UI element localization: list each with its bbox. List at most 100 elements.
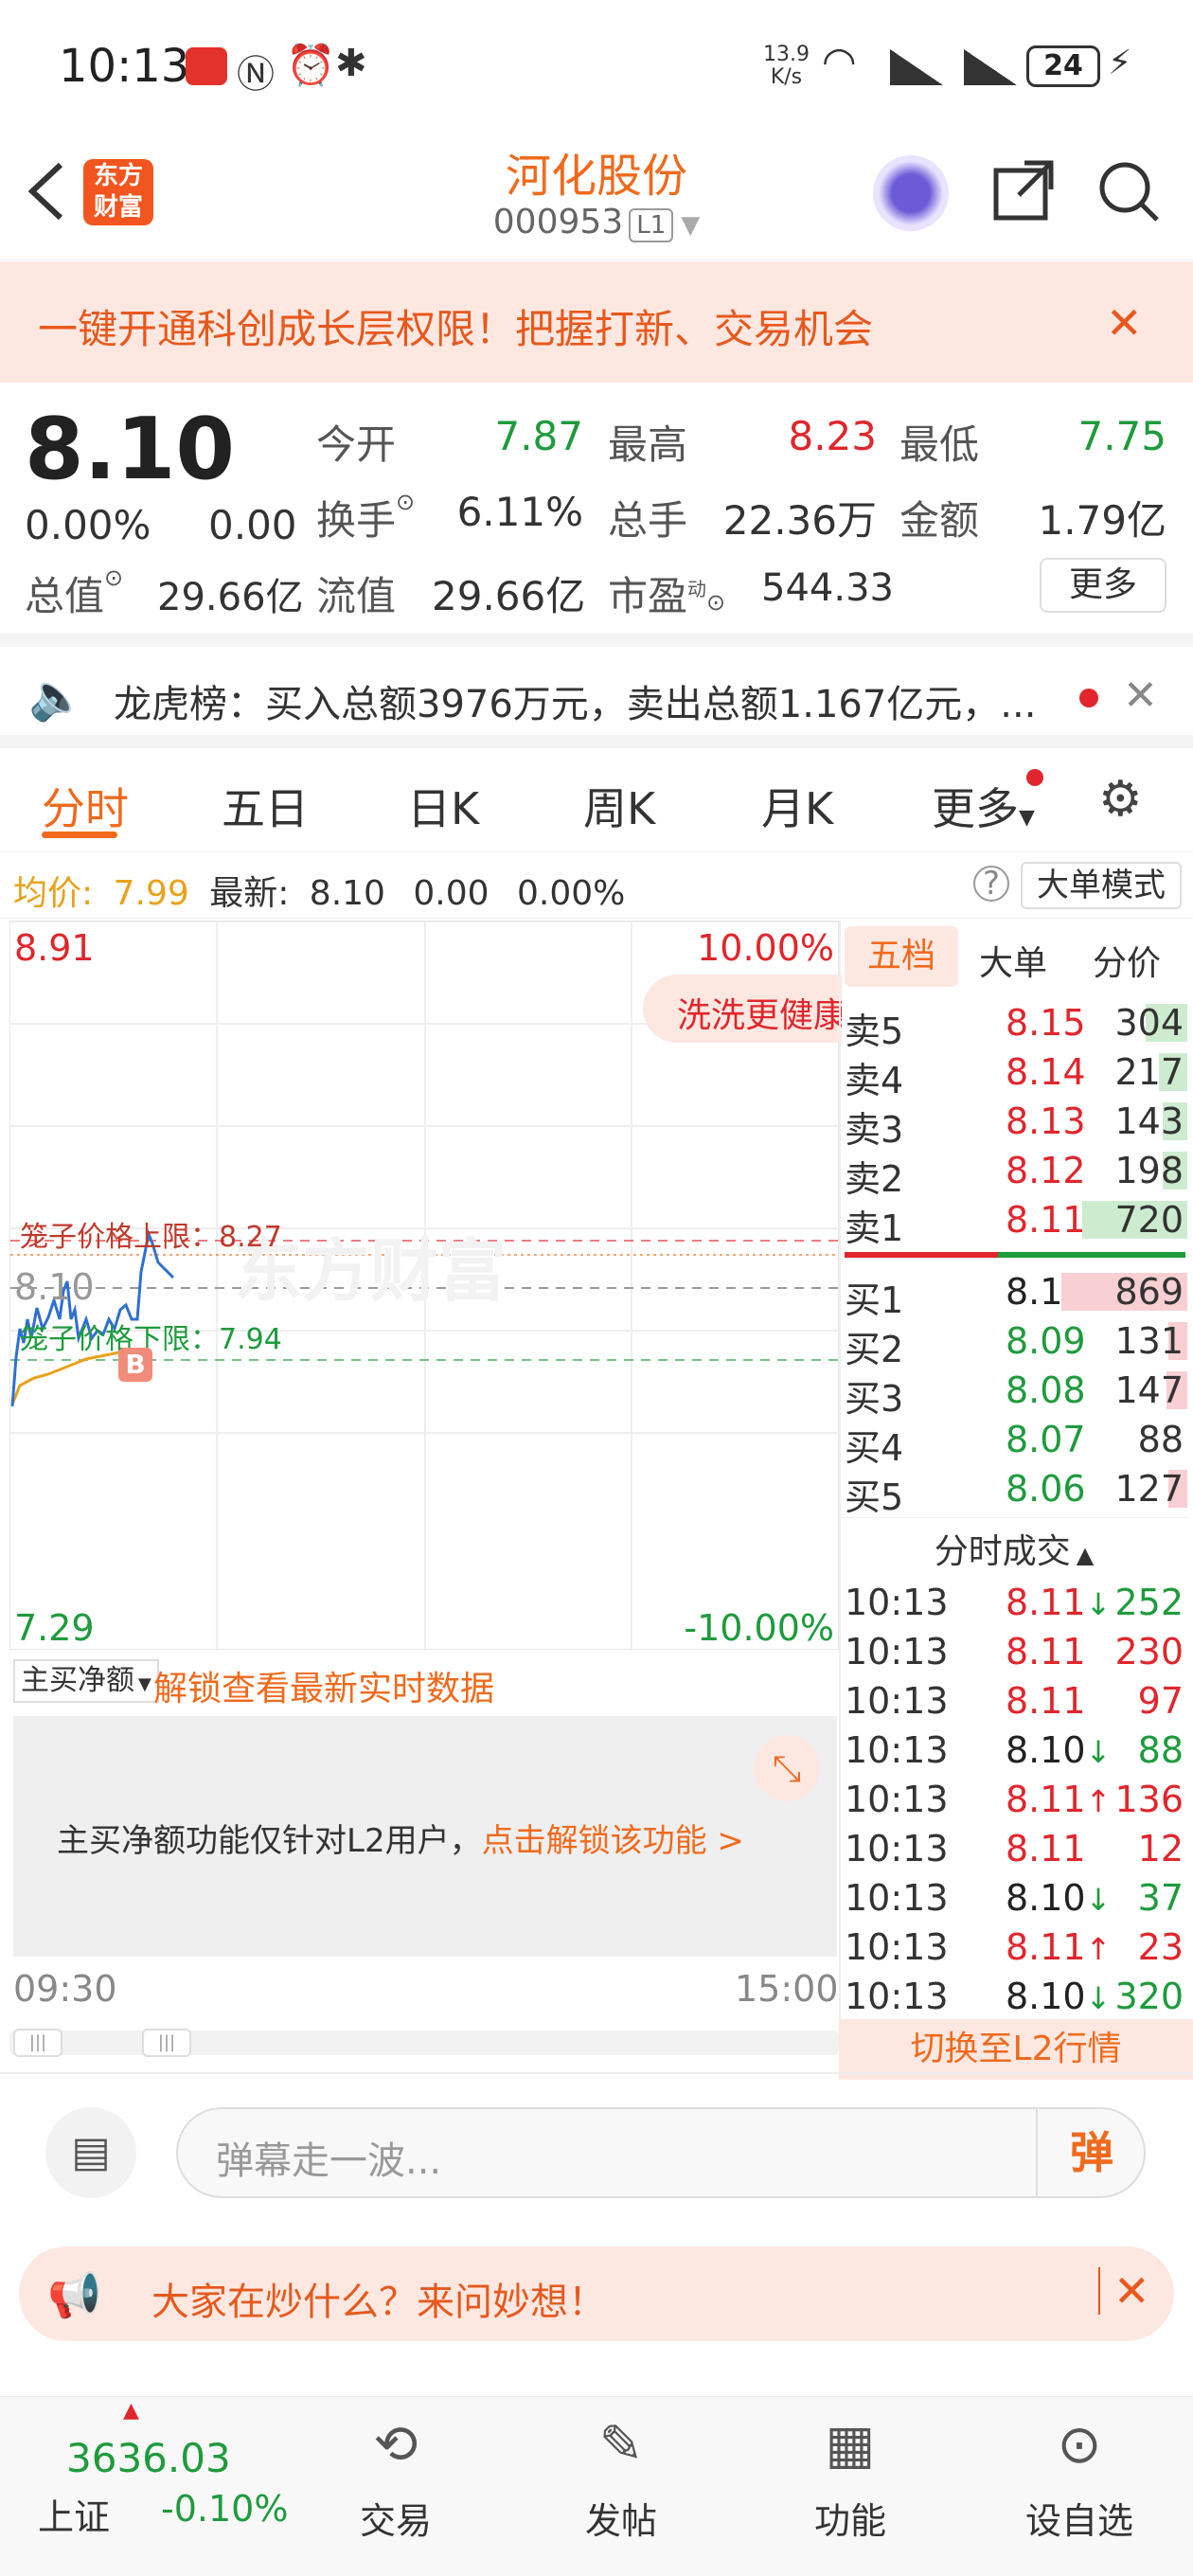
- chart-promo-bubble[interactable]: 洗洗更健康: [643, 975, 842, 1043]
- charging-icon: ⚡: [1108, 44, 1132, 82]
- promo-banner-text: 一键开通科创成长层权限！把握打新、交易机会: [38, 306, 874, 352]
- avg-value: 7.99: [113, 874, 189, 913]
- bid-level[interactable]: 买4 8.07 88: [839, 1415, 1189, 1469]
- tab-five-levels[interactable]: 五档: [845, 926, 958, 987]
- ask-level[interactable]: 卖1 8.11 720: [839, 1195, 1189, 1249]
- danmu-settings-button[interactable]: ▤: [45, 2107, 136, 2198]
- big-order-mode-button[interactable]: 大单模式: [1021, 862, 1182, 909]
- trade-row: 10:13 8.11↑ 23: [839, 1923, 1189, 1972]
- ask-level[interactable]: 卖5 8.15 304: [839, 998, 1189, 1052]
- level-label: 买4: [845, 1427, 904, 1469]
- close-icon[interactable]: ✕: [1123, 671, 1158, 720]
- nav-trade[interactable]: ⟲ 交易: [320, 2397, 472, 2576]
- bid-level[interactable]: 买1 8.10 869: [839, 1267, 1189, 1321]
- signal-icon: [890, 49, 943, 85]
- more-quote-button[interactable]: 更多: [1040, 558, 1166, 613]
- ask-level[interactable]: 卖2 8.12 198: [839, 1146, 1189, 1200]
- settings-button[interactable]: ⚙: [1098, 771, 1143, 828]
- trade-row: 10:13 8.11 230: [839, 1627, 1189, 1676]
- high-label: 最高: [608, 421, 688, 468]
- change-amount: 0.00: [208, 502, 297, 548]
- trade-direction-icon: ↓: [1085, 1882, 1112, 1918]
- unlock-realtime-link[interactable]: 解锁查看最新实时数据: [153, 1661, 494, 1710]
- share-button[interactable]: [990, 157, 1057, 224]
- info-icon: ⊙: [396, 489, 416, 515]
- robot-assistant-icon[interactable]: [873, 155, 949, 231]
- divider: [0, 2072, 1193, 2074]
- search-button[interactable]: [1095, 157, 1163, 225]
- mktcap-label: 总值⊙: [25, 564, 124, 619]
- danmu-send-button[interactable]: 弹: [1036, 2109, 1146, 2196]
- tab-price-distribution[interactable]: 分价: [1093, 936, 1161, 985]
- l2-unlock-link[interactable]: 点击解锁该功能 >: [482, 1822, 744, 1860]
- time-start: 09:30: [13, 1968, 117, 2010]
- edit-icon: ✎: [598, 2414, 644, 2476]
- nav-functions[interactable]: ▦ 功能: [775, 2397, 926, 2576]
- promo-banner[interactable]: 一键开通科创成长层权限！把握打新、交易机会 ✕: [0, 261, 1193, 383]
- tab-daily-k[interactable]: 日K: [407, 775, 479, 837]
- tab-weekly-k[interactable]: 周K: [583, 775, 655, 837]
- index-change: -0.10%: [161, 2488, 289, 2530]
- level-label: 卖1: [845, 1208, 904, 1249]
- bid-level[interactable]: 买2 8.09 131: [839, 1316, 1189, 1370]
- ask-text: 大家在炒什么？来问妙想！: [151, 2281, 606, 2324]
- help-icon[interactable]: ?: [973, 866, 1009, 902]
- trade-price: 8.10↓: [1006, 1976, 1112, 2017]
- open-value: 7.87: [494, 413, 583, 459]
- slider-left-handle[interactable]: |||: [13, 2029, 62, 2057]
- close-icon[interactable]: ✕: [1098, 2267, 1150, 2315]
- trades-header[interactable]: 分时成交 ▲: [839, 1517, 1189, 1573]
- ask-level[interactable]: 卖4 8.14 217: [839, 1047, 1189, 1101]
- ask-level[interactable]: 卖3 8.13 143: [839, 1097, 1189, 1151]
- net-speed: 13.9 K/s: [763, 43, 810, 89]
- intraday-chart[interactable]: 东方财富 8.91 10.00% 洗洗更健康 笼子价格上限：8.27 8.10 …: [9, 921, 842, 1651]
- dragon-tiger-notice[interactable]: 🔈 龙虎榜：买入总额3976万元，卖出总额1.167亿元，... ✕: [0, 647, 1193, 747]
- trade-direction-icon: ↓: [1085, 1586, 1112, 1622]
- sub-indicator-header: 主买净额 ▼ 解锁查看最新实时数据: [9, 1655, 839, 1712]
- buy-marker-badge[interactable]: B: [118, 1348, 152, 1382]
- tab-more[interactable]: 更多▼: [932, 775, 1035, 837]
- time-range-slider[interactable]: ||| |||: [9, 2029, 839, 2057]
- chart-tabs: 分时 五日 日K 周K 月K 更多▼ ⚙: [0, 748, 1193, 852]
- bid-level[interactable]: 买5 8.06 127: [839, 1464, 1189, 1518]
- trade-row: 10:13 8.11 97: [839, 1676, 1189, 1726]
- indicator-selector[interactable]: 主买净额 ▼: [13, 1659, 159, 1703]
- level-volume: 88: [1137, 1419, 1184, 1460]
- volume-label: 总手: [608, 497, 688, 544]
- level-price: 8.11: [1006, 1199, 1086, 1241]
- bottom-nav: ▲ 3636.03 上证 -0.10% ⟲ 交易 ✎ 发帖 ▦ 功能 ⊙ 设自选: [0, 2396, 1193, 2576]
- trade-icon: ⟲: [373, 2414, 418, 2476]
- level-price: 8.07: [1006, 1419, 1086, 1460]
- nav-post[interactable]: ✎ 发帖: [545, 2397, 697, 2576]
- open-label: 今开: [316, 421, 397, 468]
- change-pct: 0.00%: [25, 502, 151, 548]
- stock-code: 000953: [492, 203, 624, 242]
- nav-add-watchlist[interactable]: ⊙ 设自选: [1004, 2397, 1155, 2576]
- low-label: 最低: [899, 421, 980, 468]
- danmu-bar: ▤ 弹幕走一波... 弹: [0, 2079, 1193, 2202]
- trade-volume: 97: [1137, 1680, 1184, 1722]
- search-icon: [1099, 162, 1159, 222]
- index-widget[interactable]: ▲ 3636.03 上证 -0.10%: [19, 2397, 303, 2576]
- trade-price: 8.10↓: [1006, 1877, 1112, 1919]
- tab-monthly-k[interactable]: 月K: [761, 775, 833, 837]
- level-volume: 143: [1114, 1100, 1184, 1142]
- danmu-input[interactable]: 弹幕走一波... 弹: [176, 2107, 1146, 2198]
- tab-five-day[interactable]: 五日: [222, 775, 309, 837]
- tab-intraday[interactable]: 分时: [42, 775, 129, 837]
- switch-l2-button[interactable]: 切换至L2行情: [839, 2019, 1193, 2080]
- expand-button[interactable]: ⤡: [754, 1735, 820, 1801]
- amount-value: 1.79亿: [1038, 497, 1166, 544]
- unread-dot: [1026, 769, 1043, 786]
- close-icon[interactable]: ✕: [1106, 297, 1143, 349]
- turnover-value: 6.11%: [456, 489, 583, 535]
- chart-mid-price: 8.10: [14, 1266, 95, 1308]
- level-price: 8.12: [1006, 1150, 1086, 1191]
- tab-big-order[interactable]: 大单: [979, 936, 1047, 985]
- level-price: 8.14: [1006, 1051, 1086, 1093]
- chart-top-pct: 10.00%: [697, 927, 834, 969]
- dragon-tiger-text: 龙虎榜：买入总额3976万元，卖出总额1.167亿元，...: [114, 683, 1037, 726]
- bid-level[interactable]: 买3 8.08 147: [839, 1366, 1189, 1420]
- slider-right-handle[interactable]: |||: [142, 2029, 191, 2057]
- ask-miaoxiang-banner[interactable]: 📢 大家在炒什么？来问妙想！ ✕: [19, 2246, 1174, 2341]
